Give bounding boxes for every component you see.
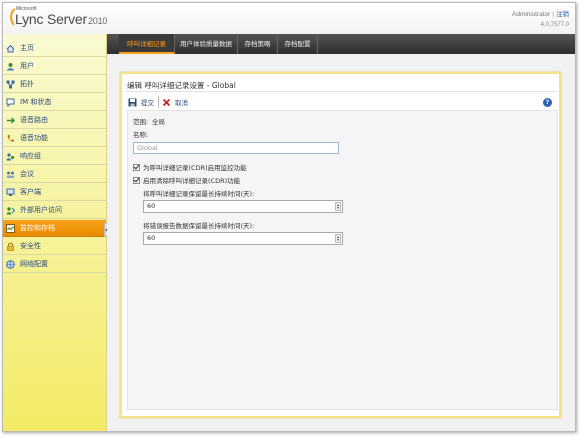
im-presence-icon bbox=[6, 98, 15, 107]
sidebar-item-voice-features[interactable]: 语音功能 bbox=[3, 130, 106, 147]
cdr-monitoring-checkbox[interactable] bbox=[133, 163, 140, 171]
sidebar-item-conferencing[interactable]: 会议 bbox=[3, 166, 106, 183]
sidebar-item-voice-routing[interactable]: 语音路由 bbox=[3, 112, 106, 129]
sidebar-item-clients[interactable]: 客户端 bbox=[3, 184, 106, 201]
sidebar-item-label: 用户 bbox=[20, 62, 34, 70]
cdr-retention-label: 将呼叫详细记录保留最长持续时间(天): bbox=[143, 190, 255, 198]
sidebar-item-label: 拓扑 bbox=[20, 80, 34, 88]
logo-name-text: Lync Server bbox=[15, 11, 87, 27]
close-icon bbox=[162, 98, 171, 107]
scope-label: 范围: bbox=[133, 118, 149, 126]
network-icon bbox=[6, 259, 15, 269]
scope-value: 全局 bbox=[152, 118, 165, 126]
sidebar-item-label: 响应组 bbox=[20, 152, 41, 160]
commit-label: 提交 bbox=[141, 99, 154, 107]
tab-bar: 呼叫详细记录 用户体验质量数据 存档策略 存档配置 bbox=[107, 34, 575, 54]
logout-link[interactable]: 注销 bbox=[556, 11, 569, 18]
sidebar-item-label: 会议 bbox=[20, 170, 34, 178]
cdr-monitoring-checkbox-row[interactable]: 为呼叫详细记录(CDR)启用监控功能 bbox=[133, 162, 247, 172]
sidebar-item-monitoring-archiving[interactable]: 监控和存档 bbox=[3, 220, 106, 237]
cdr-monitoring-label: 为呼叫详细记录(CDR)启用监控功能 bbox=[143, 164, 247, 172]
name-label: 名称: bbox=[133, 131, 149, 139]
settings-form: 范围: 全局 名称: Global 为呼叫详细记录(CDR)启用监控功能 启用清… bbox=[127, 110, 558, 410]
sidebar-item-label: 语音功能 bbox=[20, 134, 48, 142]
voice-routing-icon bbox=[6, 116, 15, 125]
sidebar-item-label: IM 和状态 bbox=[20, 98, 52, 106]
user-separator: | bbox=[552, 11, 554, 18]
sidebar-item-label: 客户端 bbox=[20, 188, 41, 196]
cdr-purge-checkbox[interactable] bbox=[133, 176, 140, 184]
sidebar-item-label: 网络配置 bbox=[20, 260, 48, 268]
sidebar-item-label: 语音路由 bbox=[20, 116, 48, 124]
cancel-label: 取消 bbox=[175, 99, 188, 107]
conferencing-icon bbox=[6, 170, 15, 179]
save-icon bbox=[128, 98, 137, 107]
sidebar-item-response-groups[interactable]: 响应组 bbox=[3, 148, 106, 165]
cdr-retention-stepper[interactable]: 60 bbox=[143, 200, 343, 213]
topology-icon bbox=[6, 80, 15, 89]
cancel-button[interactable]: 取消 bbox=[162, 96, 188, 108]
monitoring-icon bbox=[6, 223, 15, 233]
help-icon[interactable]: ? bbox=[543, 98, 552, 107]
logo-year: 2010 bbox=[87, 16, 108, 26]
panel-divider bbox=[126, 91, 557, 92]
sidebar-item-label: 主页 bbox=[20, 44, 34, 52]
lock-icon bbox=[6, 242, 15, 251]
error-retention-value: 60 bbox=[147, 234, 156, 242]
sidebar-item-users[interactable]: 用户 bbox=[3, 58, 106, 75]
cdr-retention-value: 60 bbox=[147, 202, 156, 210]
name-field[interactable]: Global bbox=[133, 142, 339, 154]
panel-title: 编辑 呼叫详细记录设置 - Global bbox=[127, 81, 236, 90]
user-name: Administrator bbox=[512, 11, 551, 18]
sidebar-item-home[interactable]: 主页 bbox=[3, 40, 106, 57]
sidebar-item-label: 安全性 bbox=[20, 242, 41, 250]
edit-panel: 编辑 呼叫详细记录设置 - Global 提交 取消 ? 范围: 全局 名称: … bbox=[120, 72, 561, 418]
panel-toolbar: 提交 取消 ? bbox=[127, 95, 558, 109]
users-icon bbox=[6, 62, 15, 71]
external-access-icon bbox=[6, 206, 16, 215]
logo-product-name: Lync Server2010 bbox=[15, 11, 107, 27]
cdr-retention-spin-buttons[interactable] bbox=[335, 202, 341, 211]
sidebar: 主页 用户 拓扑 IM 和状态 语音路由 语音功能 响应组 会议 客户端 外部用… bbox=[3, 34, 107, 431]
clients-icon bbox=[6, 188, 15, 197]
phone-icon bbox=[6, 134, 15, 143]
header: Microsoft Lync Server2010 Administrator |… bbox=[3, 3, 575, 34]
error-retention-spin-buttons[interactable] bbox=[335, 234, 341, 243]
sidebar-item-label: 监控和存档 bbox=[20, 224, 55, 232]
toolbar-divider bbox=[158, 96, 159, 108]
tab-archiving-configuration[interactable]: 存档配置 bbox=[278, 34, 318, 54]
sidebar-item-security[interactable]: 安全性 bbox=[3, 238, 106, 255]
user-area: Administrator | 注销 bbox=[512, 8, 569, 18]
sidebar-item-im-presence[interactable]: IM 和状态 bbox=[3, 94, 106, 111]
tab-archiving-policy[interactable]: 存档策略 bbox=[238, 34, 278, 54]
sidebar-item-label: 外部用户访问 bbox=[20, 206, 62, 214]
commit-button[interactable]: 提交 bbox=[128, 96, 154, 108]
error-retention-label: 将错误报告数据保留最长持续时间(天): bbox=[143, 222, 255, 230]
sidebar-item-network-config[interactable]: 网络配置 bbox=[3, 256, 106, 273]
cdr-purge-label: 启用清除呼叫详细记录(CDR)功能 bbox=[143, 177, 241, 185]
sidebar-item-topology[interactable]: 拓扑 bbox=[3, 76, 106, 93]
error-retention-stepper[interactable]: 60 bbox=[143, 232, 343, 245]
app-window: Microsoft Lync Server2010 Administrator |… bbox=[2, 2, 576, 432]
home-icon bbox=[6, 44, 15, 53]
response-group-icon bbox=[6, 152, 15, 161]
cdr-purge-checkbox-row[interactable]: 启用清除呼叫详细记录(CDR)功能 bbox=[133, 175, 240, 185]
version-label: 4.0.7577.0 bbox=[540, 22, 569, 28]
tab-call-detail-recording[interactable]: 呼叫详细记录 bbox=[119, 34, 175, 54]
sidebar-item-external-access[interactable]: 外部用户访问 bbox=[3, 202, 106, 219]
tab-quality-of-experience[interactable]: 用户体验质量数据 bbox=[175, 34, 238, 54]
